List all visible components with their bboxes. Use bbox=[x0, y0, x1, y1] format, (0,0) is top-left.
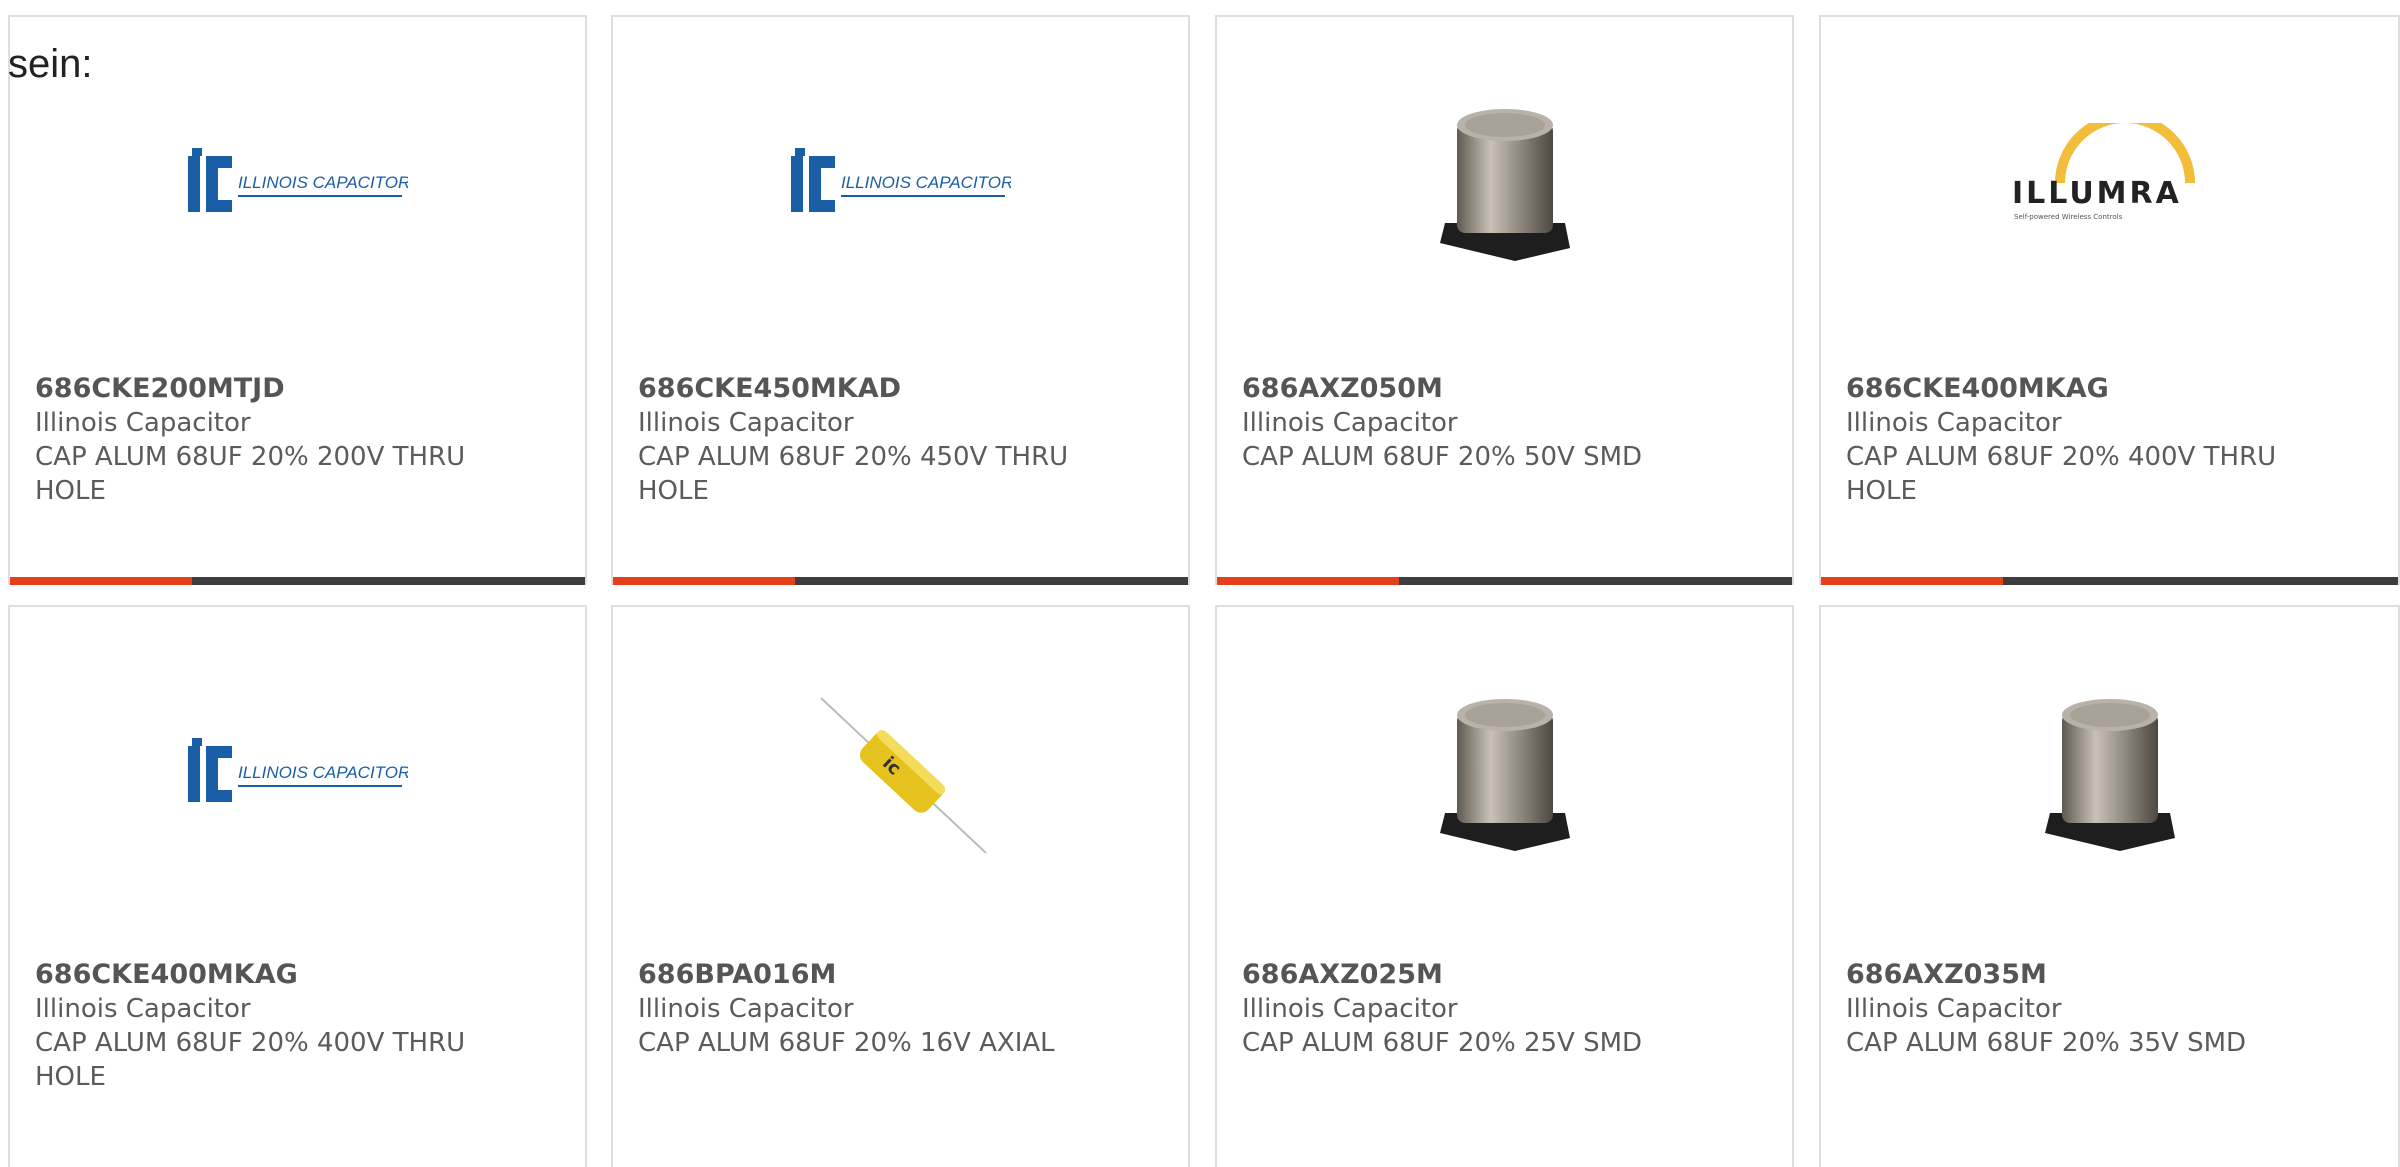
illumra-logo-icon: ILLUMRA Self-powered Wireless Controls bbox=[2000, 83, 2220, 283]
part-number[interactable]: 686AXZ035M bbox=[1846, 958, 2378, 992]
product-card[interactable]: ILLINOIS CAPACITOR, INC. 686CKE200MTJD I… bbox=[8, 15, 587, 585]
manufacturer: Illinois Capacitor bbox=[638, 408, 854, 438]
manufacturer: Illinois Capacitor bbox=[1242, 408, 1458, 438]
product-card[interactable]: ic 686BPA016M Illinois Capacitor CAP ALU… bbox=[611, 605, 1190, 1167]
logo-text: ILLINOIS CAPACITOR, INC. bbox=[238, 763, 408, 782]
product-card[interactable]: ILLINOIS CAPACITOR, INC. 686CKE400MKAG I… bbox=[8, 605, 587, 1167]
card-progress-bar bbox=[613, 577, 1188, 585]
logo-text: ILLINOIS CAPACITOR, INC. bbox=[841, 173, 1011, 192]
product-card[interactable]: ILLINOIS CAPACITOR, INC. 686CKE450MKAD I… bbox=[611, 15, 1190, 585]
manufacturer: Illinois Capacitor bbox=[638, 994, 854, 1024]
manufacturer: Illinois Capacitor bbox=[35, 994, 251, 1024]
description: CAP ALUM 68UF 20% 200V THRU HOLE bbox=[35, 442, 466, 506]
manufacturer: Illinois Capacitor bbox=[1242, 994, 1458, 1024]
card-progress-bar bbox=[1821, 577, 2398, 585]
part-number[interactable]: 686CKE400MKAG bbox=[1846, 372, 2378, 406]
product-card[interactable]: 686AXZ050M Illinois Capacitor CAP ALUM 6… bbox=[1215, 15, 1794, 585]
axial-capacitor-icon: ic bbox=[791, 673, 1011, 873]
description: CAP ALUM 68UF 20% 400V THRU HOLE bbox=[35, 1028, 466, 1092]
smd-capacitor-icon bbox=[1395, 673, 1615, 873]
description: CAP ALUM 68UF 20% 450V THRU HOLE bbox=[638, 442, 1069, 506]
manufacturer: Illinois Capacitor bbox=[1846, 994, 2062, 1024]
manufacturer: Illinois Capacitor bbox=[1846, 408, 2062, 438]
smd-capacitor-icon bbox=[1395, 83, 1615, 283]
logo-subtext: Self-powered Wireless Controls bbox=[2014, 213, 2123, 221]
product-card[interactable]: ILLUMRA Self-powered Wireless Controls 6… bbox=[1819, 15, 2400, 585]
logo-text: ILLINOIS CAPACITOR, INC. bbox=[238, 173, 408, 192]
description: CAP ALUM 68UF 20% 35V SMD bbox=[1846, 1028, 2247, 1058]
description: CAP ALUM 68UF 20% 25V SMD bbox=[1242, 1028, 1643, 1058]
part-number[interactable]: 686AXZ050M bbox=[1242, 372, 1772, 406]
card-progress-bar bbox=[10, 577, 585, 585]
product-card[interactable]: 686AXZ025M Illinois Capacitor CAP ALUM 6… bbox=[1215, 605, 1794, 1167]
part-number[interactable]: 686BPA016M bbox=[638, 958, 1168, 992]
intro-text: sein: bbox=[8, 42, 93, 86]
manufacturer: Illinois Capacitor bbox=[35, 408, 251, 438]
ic-logo-icon: ILLINOIS CAPACITOR, INC. bbox=[790, 83, 1011, 283]
logo-text: ILLUMRA bbox=[2012, 176, 2182, 211]
part-number[interactable]: 686CKE450MKAD bbox=[638, 372, 1168, 406]
part-number[interactable]: 686CKE400MKAG bbox=[35, 958, 565, 992]
ic-logo-icon: ILLINOIS CAPACITOR, INC. bbox=[187, 83, 408, 283]
product-card[interactable]: 686AXZ035M Illinois Capacitor CAP ALUM 6… bbox=[1819, 605, 2400, 1167]
part-number[interactable]: 686AXZ025M bbox=[1242, 958, 1772, 992]
smd-capacitor-icon bbox=[2000, 673, 2220, 873]
description: CAP ALUM 68UF 20% 400V THRU HOLE bbox=[1846, 442, 2277, 506]
description: CAP ALUM 68UF 20% 50V SMD bbox=[1242, 442, 1643, 472]
ic-logo-icon: ILLINOIS CAPACITOR, INC. bbox=[187, 673, 408, 873]
part-number[interactable]: 686CKE200MTJD bbox=[35, 372, 565, 406]
description: CAP ALUM 68UF 20% 16V AXIAL bbox=[638, 1028, 1055, 1058]
card-progress-bar bbox=[1217, 577, 1792, 585]
